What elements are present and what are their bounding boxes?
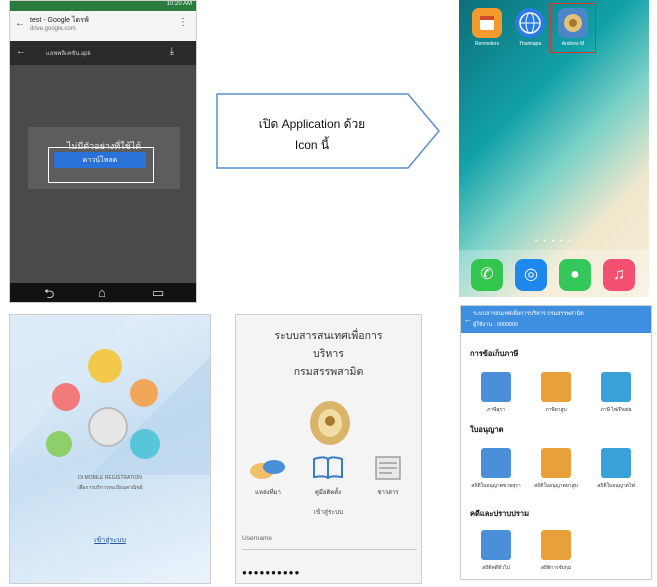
nav-back-icon[interactable]: ⮌ — [44, 285, 54, 302]
menu-tile-icon[interactable] — [541, 530, 571, 560]
splash-screenshot: DI MOBILE REGISTRATION เพื่อการบริการทะเ… — [9, 314, 211, 584]
back-arrow-icon[interactable]: ← — [15, 18, 25, 29]
splash-title: DI MOBILE REGISTRATION — [78, 475, 142, 481]
safari-icon[interactable]: ◎ — [515, 259, 547, 291]
splash-graphic — [10, 315, 210, 475]
menu-label: ข่าวสาร — [377, 490, 399, 496]
tile-label: สถิติใบอนุญาตขายสุรา — [471, 483, 521, 489]
selection-box — [550, 3, 596, 53]
tile-label: ภาษี ไพ่/Pasta — [600, 407, 632, 413]
menu-label: แหล่งที่มา — [255, 490, 281, 496]
callout-arrow: เปิด Application ด้วย Icon นี้ — [216, 93, 440, 169]
tile-label: สถิติใบอนุญาตไพ่ — [597, 483, 635, 489]
download-icon[interactable]: ⤓ — [170, 46, 174, 57]
login-title-line1: ระบบสารสนเทศเพื่อการ — [274, 330, 383, 342]
center-emblem-icon — [88, 407, 128, 447]
login-screenshot: ระบบสารสนเทศเพื่อการ บริหาร กรมสรรพสามิต… — [235, 314, 422, 584]
splash-subtitle: เพื่อการบริการทะเบียนพาณิชย์ — [77, 485, 143, 491]
music-icon[interactable]: ♫ — [603, 259, 635, 291]
start-link[interactable]: เข้าสู่ระบบ — [10, 535, 210, 546]
username-field[interactable]: Username — [242, 535, 417, 550]
back-arrow-icon[interactable]: ← — [16, 46, 26, 57]
section-title: คดีและปราบปราม — [470, 509, 530, 518]
tile-label: ภาษีสุรา — [487, 407, 505, 413]
phone-icon[interactable]: ✆ — [471, 259, 503, 291]
overflow-menu-icon[interactable]: ⋮ — [178, 17, 188, 28]
menu-label: คู่มือติดตั้ง — [314, 490, 342, 496]
android-nav-bar: ⮌ ⌂ ▭ — [10, 283, 196, 302]
home-screen-screenshot: Reminders Thaimapa Andrew M • • • • • ✆ … — [459, 0, 649, 297]
excise-emblem-icon — [310, 401, 350, 445]
menu-tile-icon[interactable] — [541, 448, 571, 478]
page-dots: • • • • • — [534, 238, 574, 245]
tile-label: สถิติใบอนุญาตยาสูบ — [534, 483, 578, 489]
menu-tile-icon[interactable] — [541, 372, 571, 402]
app-label: Thaimapa — [518, 41, 542, 47]
book-icon[interactable] — [308, 453, 348, 483]
header-title: ระบบสารสนเทศเพื่อการบริหาร กรมสรรพสามิต — [473, 311, 584, 317]
menu-tile-icon[interactable] — [481, 448, 511, 478]
hub-circle-icon — [130, 429, 160, 459]
tab-title: test - Google ไดรฟ์ — [30, 17, 89, 24]
status-bar: 10:20 AM — [10, 1, 196, 11]
callout-line1: เปิด Application ด้วย — [258, 117, 366, 131]
menu-tile-icon[interactable] — [601, 448, 631, 478]
hub-circle-icon — [130, 379, 158, 407]
password-field[interactable]: ●●●●●●●●●● — [242, 568, 417, 582]
back-arrow-icon[interactable]: ← — [464, 315, 472, 324]
callout-line2: Icon นี้ — [294, 138, 330, 152]
file-viewer-bar: ← แอพพลิเคชัน.apk ⤓ — [10, 41, 196, 65]
dock: ✆ ◎ ● ♫ — [459, 250, 649, 297]
nav-recent-icon[interactable]: ▭ — [152, 285, 164, 301]
hub-circle-icon — [46, 431, 72, 457]
login-section-label: เข้าสู่ระบบ — [313, 509, 344, 516]
tile-label: สถิติคดีทั่วไป — [482, 565, 510, 571]
header-user: ผู้ใช้งาน : 0000000 — [473, 322, 519, 328]
app-label: Reminders — [474, 41, 500, 47]
tab-url: drive.google.com — [30, 26, 76, 32]
section-title: ใบอนุญาต — [470, 425, 504, 434]
login-title-line3: กรมสรรพสามิต — [293, 366, 364, 378]
globe-icon[interactable] — [515, 8, 545, 38]
file-name: แอพพลิเคชัน.apk — [46, 51, 91, 57]
hub-circle-icon — [88, 349, 122, 383]
messages-icon[interactable]: ● — [559, 259, 591, 291]
news-icon[interactable] — [368, 453, 408, 483]
tile-label: ภาษียาสูบ — [545, 407, 567, 413]
nav-home-icon[interactable]: ⌂ — [98, 285, 106, 300]
section-title: การข้อเก็บภาษี — [470, 349, 519, 358]
highlight-box — [48, 147, 154, 183]
tile-label: สถิติการจับกุม — [540, 565, 572, 571]
app-menu-screenshot: ← ระบบสารสนเทศเพื่อการบริหาร กรมสรรพสามิ… — [460, 305, 652, 580]
browser-tab-bar: ← test - Google ไดรฟ์ drive.google.com ⋮ — [10, 11, 196, 41]
menu-tile-icon[interactable] — [601, 372, 631, 402]
login-title-line2: บริหาร — [313, 348, 344, 360]
status-time: 10:20 AM — [166, 1, 192, 7]
hands-icon[interactable] — [248, 453, 288, 483]
browser-download-screenshot: 10:20 AM ← test - Google ไดรฟ์ drive.goo… — [9, 0, 197, 303]
calendar-icon[interactable] — [472, 8, 502, 38]
hub-circle-icon — [52, 383, 80, 411]
app-header: ← ระบบสารสนเทศเพื่อการบริหาร กรมสรรพสามิ… — [461, 306, 651, 333]
menu-tile-icon[interactable] — [481, 372, 511, 402]
menu-tile-icon[interactable] — [481, 530, 511, 560]
